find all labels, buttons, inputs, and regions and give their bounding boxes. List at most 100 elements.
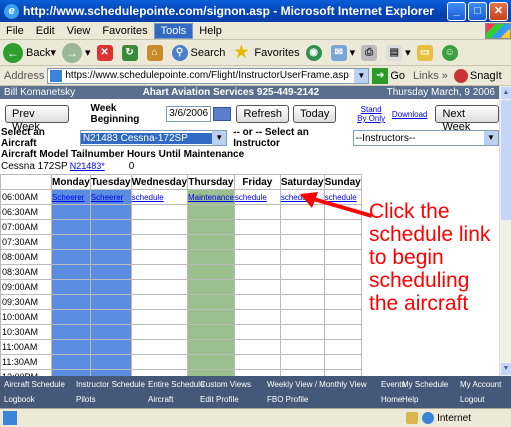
schedule-cell[interactable] xyxy=(279,279,325,295)
scroll-up-arrow[interactable]: ▲ xyxy=(501,87,511,99)
close-button[interactable]: ✕ xyxy=(489,1,508,21)
schedule-cell[interactable]: Maintenance xyxy=(187,189,235,205)
next-week-button[interactable]: Next Week xyxy=(435,105,499,133)
nav-logout[interactable]: Logout xyxy=(460,395,484,404)
print-button[interactable]: ⎙ xyxy=(361,44,380,61)
schedule-cell[interactable] xyxy=(233,249,281,265)
schedule-cell[interactable] xyxy=(89,204,132,220)
schedule-cell[interactable] xyxy=(279,249,325,265)
schedule-cell[interactable] xyxy=(279,294,325,310)
nav-fbo-profile[interactable]: FBO Profile xyxy=(267,395,308,404)
discuss-button[interactable]: ▭ xyxy=(416,44,436,61)
schedule-link[interactable]: schedule xyxy=(235,193,267,202)
schedule-cell[interactable] xyxy=(89,264,132,280)
today-button[interactable]: Today xyxy=(292,105,337,123)
nav-weekly-view-monthly-view[interactable]: Weekly View / Monthly View xyxy=(267,380,367,389)
schedule-cell[interactable] xyxy=(279,324,325,340)
standby-link[interactable]: Stand By Only xyxy=(356,105,386,123)
minimize-button[interactable]: _ xyxy=(447,1,466,21)
calendar-icon[interactable] xyxy=(212,107,232,121)
maximize-button[interactable]: □ xyxy=(468,1,487,21)
scroll-thumb[interactable] xyxy=(501,100,511,220)
back-button[interactable]: ← Back ▾ xyxy=(3,42,56,63)
scroll-down-arrow[interactable]: ▼ xyxy=(501,363,511,375)
schedule-cell[interactable] xyxy=(51,309,91,325)
schedule-cell[interactable]: schedule xyxy=(233,189,281,205)
schedule-cell[interactable] xyxy=(233,204,281,220)
schedule-cell[interactable] xyxy=(51,279,91,295)
instructor-select[interactable]: --Instructors-- ▼ xyxy=(352,130,499,146)
schedule-cell[interactable] xyxy=(51,354,91,370)
schedule-cell[interactable] xyxy=(187,339,235,355)
schedule-cell[interactable] xyxy=(279,234,325,250)
schedule-cell[interactable] xyxy=(89,234,132,250)
refresh-week-button[interactable]: Refresh xyxy=(236,105,289,123)
schedule-cell[interactable] xyxy=(323,264,362,280)
schedule-cell[interactable] xyxy=(187,324,235,340)
schedule-cell[interactable] xyxy=(323,234,362,250)
nav-aircraft[interactable]: Aircraft xyxy=(148,395,173,404)
schedule-cell[interactable] xyxy=(233,264,281,280)
menu-edit[interactable]: Edit xyxy=(30,25,61,37)
week-date-input[interactable]: 3/6/2006 xyxy=(166,106,211,122)
schedule-cell[interactable] xyxy=(89,339,132,355)
schedule-cell[interactable] xyxy=(323,294,362,310)
snagit-button[interactable]: SnagIt xyxy=(453,68,502,83)
menu-favorites[interactable]: Favorites xyxy=(96,25,153,37)
schedule-cell[interactable] xyxy=(187,294,235,310)
schedule-cell[interactable] xyxy=(279,339,325,355)
booking-link[interactable]: Scheerer xyxy=(91,193,123,202)
nav-my-schedule[interactable]: My Schedule xyxy=(402,380,448,389)
schedule-cell[interactable] xyxy=(323,249,362,265)
schedule-cell[interactable] xyxy=(130,279,189,295)
schedule-cell[interactable]: Scheerer xyxy=(89,189,132,205)
prev-week-button[interactable]: Prev Week xyxy=(5,105,69,133)
schedule-cell[interactable] xyxy=(130,249,189,265)
schedule-cell[interactable] xyxy=(51,234,91,250)
schedule-cell[interactable] xyxy=(89,279,132,295)
home-button[interactable]: ⌂ xyxy=(146,44,166,61)
schedule-cell[interactable]: Scheerer xyxy=(51,189,91,205)
schedule-cell[interactable] xyxy=(323,354,362,370)
nav-edit-profile[interactable]: Edit Profile xyxy=(200,395,239,404)
nav-instructor-schedule[interactable]: Instructor Schedule xyxy=(76,380,145,389)
schedule-cell[interactable] xyxy=(187,204,235,220)
schedule-cell[interactable] xyxy=(51,264,91,280)
nav-help[interactable]: Help xyxy=(402,395,418,404)
schedule-cell[interactable] xyxy=(130,264,189,280)
nav-entire-schedule[interactable]: Entire Schedule xyxy=(148,380,204,389)
schedule-cell[interactable] xyxy=(187,234,235,250)
go-button[interactable]: ➔ Go xyxy=(372,67,405,84)
links-button[interactable]: Links » xyxy=(413,70,448,82)
favorites-button[interactable]: ★ Favorites xyxy=(231,43,299,63)
media-button[interactable]: ◉ xyxy=(305,44,325,61)
address-input[interactable]: https://www.schedulepointe.com/Flight/In… xyxy=(47,67,370,84)
nav-my-account[interactable]: My Account xyxy=(460,380,501,389)
schedule-cell[interactable] xyxy=(130,219,189,235)
schedule-cell[interactable] xyxy=(279,264,325,280)
schedule-cell[interactable] xyxy=(89,249,132,265)
schedule-cell[interactable] xyxy=(233,354,281,370)
vertical-scrollbar[interactable]: ▲ ▼ xyxy=(499,86,511,376)
schedule-cell[interactable] xyxy=(51,204,91,220)
download-link[interactable]: Download xyxy=(392,110,428,119)
schedule-cell[interactable] xyxy=(89,354,132,370)
schedule-cell[interactable] xyxy=(51,294,91,310)
stop-button[interactable]: ✕ xyxy=(96,44,116,61)
schedule-cell[interactable] xyxy=(89,324,132,340)
schedule-cell[interactable] xyxy=(130,204,189,220)
schedule-cell[interactable] xyxy=(233,234,281,250)
schedule-cell[interactable] xyxy=(233,294,281,310)
nav-custom-views[interactable]: Custom Views xyxy=(200,380,251,389)
schedule-cell[interactable] xyxy=(130,234,189,250)
schedule-cell[interactable] xyxy=(187,249,235,265)
schedule-cell[interactable] xyxy=(130,294,189,310)
menu-tools[interactable]: Tools xyxy=(153,22,194,39)
schedule-cell[interactable] xyxy=(233,324,281,340)
schedule-cell[interactable] xyxy=(233,309,281,325)
schedule-cell[interactable] xyxy=(51,324,91,340)
schedule-cell[interactable] xyxy=(187,279,235,295)
schedule-link[interactable]: schedule xyxy=(132,193,164,202)
aircraft-select[interactable]: N21483 Cessna-172SP ▼ xyxy=(79,130,228,146)
schedule-cell[interactable] xyxy=(51,339,91,355)
